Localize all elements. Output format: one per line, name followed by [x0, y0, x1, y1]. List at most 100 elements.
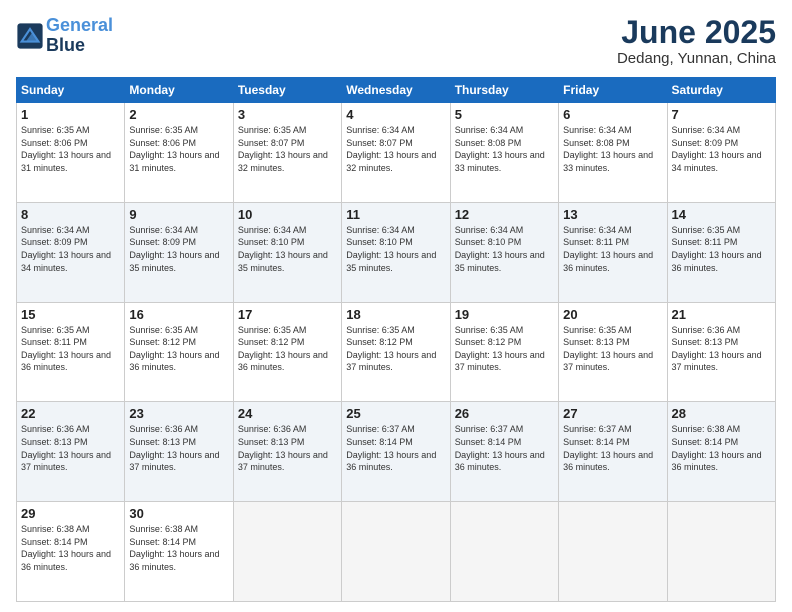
day-cell-17: 17 Sunrise: 6:35 AMSunset: 8:12 PMDayligh…: [233, 302, 341, 402]
day-number: 3: [238, 107, 337, 122]
day-cell-13: 13 Sunrise: 6:34 AMSunset: 8:11 PMDayligh…: [559, 202, 667, 302]
day-cell-27: 27 Sunrise: 6:37 AMSunset: 8:14 PMDayligh…: [559, 402, 667, 502]
day-number: 12: [455, 207, 554, 222]
day-info: Sunrise: 6:35 AMSunset: 8:11 PMDaylight:…: [21, 324, 120, 374]
day-info: Sunrise: 6:35 AMSunset: 8:06 PMDaylight:…: [129, 124, 228, 174]
day-cell-19: 19 Sunrise: 6:35 AMSunset: 8:12 PMDayligh…: [450, 302, 558, 402]
day-cell-8: 8 Sunrise: 6:34 AMSunset: 8:09 PMDaylight…: [17, 202, 125, 302]
day-info: Sunrise: 6:35 AMSunset: 8:07 PMDaylight:…: [238, 124, 337, 174]
day-cell-7: 7 Sunrise: 6:34 AMSunset: 8:09 PMDaylight…: [667, 103, 775, 203]
day-number: 10: [238, 207, 337, 222]
day-info: Sunrise: 6:34 AMSunset: 8:09 PMDaylight:…: [129, 224, 228, 274]
day-info: Sunrise: 6:36 AMSunset: 8:13 PMDaylight:…: [672, 324, 771, 374]
day-number: 5: [455, 107, 554, 122]
header-sunday: Sunday: [17, 78, 125, 103]
day-cell-25: 25Sunrise: 6:37 AMSunset: 8:14 PMDayligh…: [342, 402, 450, 502]
day-cell-28: 28 Sunrise: 6:38 AMSunset: 8:14 PMDayligh…: [667, 402, 775, 502]
day-number: 9: [129, 207, 228, 222]
day-cell-29: 29 Sunrise: 6:38 AMSunset: 8:14 PMDayligh…: [17, 502, 125, 602]
day-cell-15: 15 Sunrise: 6:35 AMSunset: 8:11 PMDayligh…: [17, 302, 125, 402]
day-info: Sunrise: 6:37 AMSunset: 8:14 PMDaylight:…: [346, 423, 445, 473]
day-info: Sunrise: 6:36 AMSunset: 8:13 PMDaylight:…: [21, 423, 120, 473]
day-info: Sunrise: 6:38 AMSunset: 8:14 PMDaylight:…: [672, 423, 771, 473]
day-number: 7: [672, 107, 771, 122]
day-number: 17: [238, 307, 337, 322]
day-number: 15: [21, 307, 120, 322]
header-monday: Monday: [125, 78, 233, 103]
day-info: Sunrise: 6:34 AMSunset: 8:10 PMDaylight:…: [346, 224, 445, 274]
day-info: Sunrise: 6:38 AMSunset: 8:14 PMDaylight:…: [129, 523, 228, 573]
day-cell-4: 4 Sunrise: 6:34 AMSunset: 8:07 PMDaylight…: [342, 103, 450, 203]
page-header: GeneralBlue June 2025 Dedang, Yunnan, Ch…: [16, 16, 776, 67]
day-number: 21: [672, 307, 771, 322]
day-number: 29: [21, 506, 120, 521]
day-info: Sunrise: 6:35 AMSunset: 8:12 PMDaylight:…: [129, 324, 228, 374]
calendar-table: Sunday Monday Tuesday Wednesday Thursday…: [16, 77, 776, 602]
logo-text: GeneralBlue: [46, 16, 113, 56]
header-friday: Friday: [559, 78, 667, 103]
day-number: 22: [21, 406, 120, 421]
day-number: 2: [129, 107, 228, 122]
day-number: 8: [21, 207, 120, 222]
day-number: 18: [346, 307, 445, 322]
header-wednesday: Wednesday: [342, 78, 450, 103]
day-number: 27: [563, 406, 662, 421]
day-info: Sunrise: 6:37 AMSunset: 8:14 PMDaylight:…: [455, 423, 554, 473]
day-number: 6: [563, 107, 662, 122]
day-info: Sunrise: 6:35 AMSunset: 8:12 PMDaylight:…: [455, 324, 554, 374]
weekday-header-row: Sunday Monday Tuesday Wednesday Thursday…: [17, 78, 776, 103]
day-cell-12: 12 Sunrise: 6:34 AMSunset: 8:10 PMDayligh…: [450, 202, 558, 302]
day-cell-11: 11Sunrise: 6:34 AMSunset: 8:10 PMDayligh…: [342, 202, 450, 302]
day-number: 28: [672, 406, 771, 421]
day-cell-26: 26 Sunrise: 6:37 AMSunset: 8:14 PMDayligh…: [450, 402, 558, 502]
day-cell-24: 24 Sunrise: 6:36 AMSunset: 8:13 PMDayligh…: [233, 402, 341, 502]
day-info: Sunrise: 6:34 AMSunset: 8:09 PMDaylight:…: [21, 224, 120, 274]
day-cell-30: 30 Sunrise: 6:38 AMSunset: 8:14 PMDayligh…: [125, 502, 233, 602]
day-cell-5: 5 Sunrise: 6:34 AMSunset: 8:08 PMDaylight…: [450, 103, 558, 203]
day-number: 24: [238, 406, 337, 421]
day-number: 20: [563, 307, 662, 322]
header-saturday: Saturday: [667, 78, 775, 103]
day-cell-22: 22 Sunrise: 6:36 AMSunset: 8:13 PMDayligh…: [17, 402, 125, 502]
day-cell-23: 23Sunrise: 6:36 AMSunset: 8:13 PMDayligh…: [125, 402, 233, 502]
day-info: Sunrise: 6:35 AMSunset: 8:11 PMDaylight:…: [672, 224, 771, 274]
day-info: Sunrise: 6:34 AMSunset: 8:09 PMDaylight:…: [672, 124, 771, 174]
day-info: Sunrise: 6:34 AMSunset: 8:08 PMDaylight:…: [455, 124, 554, 174]
day-info: Sunrise: 6:35 AMSunset: 8:12 PMDaylight:…: [346, 324, 445, 374]
day-cell-2: 2 Sunrise: 6:35 AMSunset: 8:06 PMDaylight…: [125, 103, 233, 203]
day-info: Sunrise: 6:35 AMSunset: 8:12 PMDaylight:…: [238, 324, 337, 374]
day-info: Sunrise: 6:35 AMSunset: 8:13 PMDaylight:…: [563, 324, 662, 374]
day-number: 13: [563, 207, 662, 222]
day-info: Sunrise: 6:34 AMSunset: 8:11 PMDaylight:…: [563, 224, 662, 274]
logo-icon: [16, 22, 44, 50]
day-cell-3: 3 Sunrise: 6:35 AMSunset: 8:07 PMDaylight…: [233, 103, 341, 203]
day-number: 19: [455, 307, 554, 322]
day-info: Sunrise: 6:36 AMSunset: 8:13 PMDaylight:…: [238, 423, 337, 473]
day-cell-21: 21 Sunrise: 6:36 AMSunset: 8:13 PMDayligh…: [667, 302, 775, 402]
day-info: Sunrise: 6:37 AMSunset: 8:14 PMDaylight:…: [563, 423, 662, 473]
day-info: Sunrise: 6:35 AMSunset: 8:06 PMDaylight:…: [21, 124, 120, 174]
day-number: 16: [129, 307, 228, 322]
day-number: 30: [129, 506, 228, 521]
logo: GeneralBlue: [16, 16, 113, 56]
day-info: Sunrise: 6:34 AMSunset: 8:07 PMDaylight:…: [346, 124, 445, 174]
day-info: Sunrise: 6:34 AMSunset: 8:08 PMDaylight:…: [563, 124, 662, 174]
day-cell-14: 14 Sunrise: 6:35 AMSunset: 8:11 PMDayligh…: [667, 202, 775, 302]
day-number: 1: [21, 107, 120, 122]
day-number: 26: [455, 406, 554, 421]
day-cell-18: 18 Sunrise: 6:35 AMSunset: 8:12 PMDayligh…: [342, 302, 450, 402]
day-number: 4: [346, 107, 445, 122]
header-tuesday: Tuesday: [233, 78, 341, 103]
title-block: June 2025 Dedang, Yunnan, China: [617, 16, 776, 67]
month-title: June 2025: [617, 16, 776, 48]
location-title: Dedang, Yunnan, China: [617, 50, 776, 67]
day-info: Sunrise: 6:34 AMSunset: 8:10 PMDaylight:…: [238, 224, 337, 274]
day-number: 14: [672, 207, 771, 222]
day-info: Sunrise: 6:38 AMSunset: 8:14 PMDaylight:…: [21, 523, 120, 573]
day-cell-20: 20 Sunrise: 6:35 AMSunset: 8:13 PMDayligh…: [559, 302, 667, 402]
day-cell-6: 6 Sunrise: 6:34 AMSunset: 8:08 PMDaylight…: [559, 103, 667, 203]
header-thursday: Thursday: [450, 78, 558, 103]
day-info: Sunrise: 6:34 AMSunset: 8:10 PMDaylight:…: [455, 224, 554, 274]
day-cell-1: 1 Sunrise: 6:35 AMSunset: 8:06 PMDaylight…: [17, 103, 125, 203]
day-cell-16: 16 Sunrise: 6:35 AMSunset: 8:12 PMDayligh…: [125, 302, 233, 402]
